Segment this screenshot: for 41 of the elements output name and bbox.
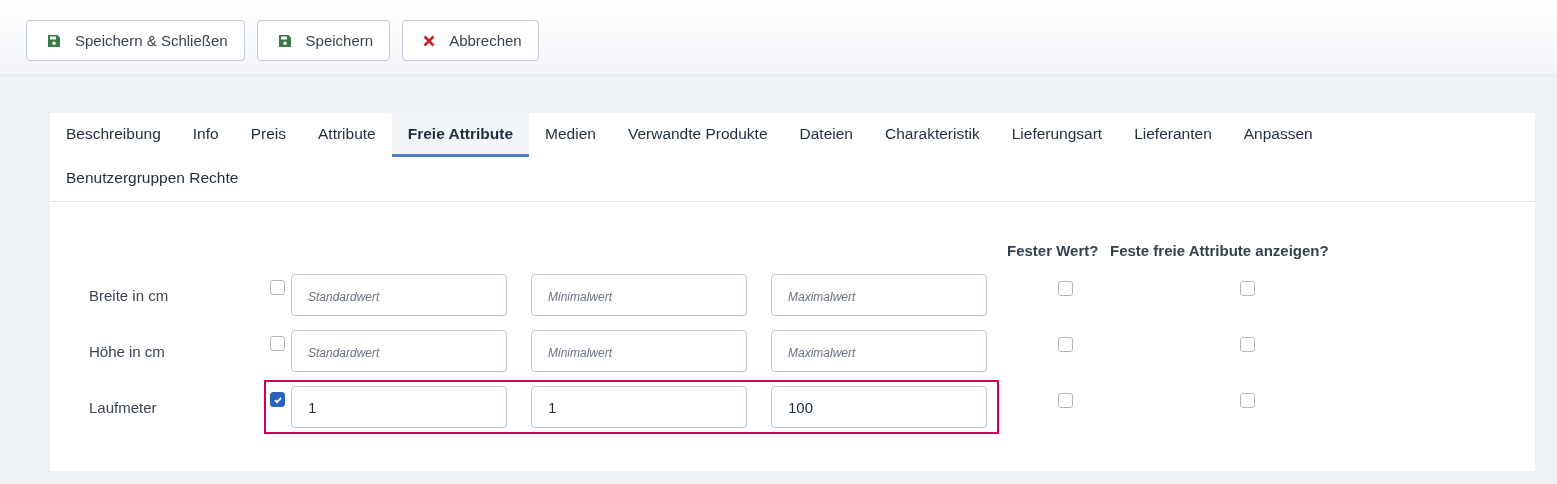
input-field[interactable]: Standardwert: [291, 330, 507, 372]
close-icon: [423, 34, 436, 47]
checkbox[interactable]: [1058, 280, 1073, 296]
tab[interactable]: Lieferungsart: [995, 113, 1119, 157]
checkbox[interactable]: [1239, 392, 1255, 408]
input-field[interactable]: 100: [771, 386, 987, 428]
tab[interactable]: Dateien: [783, 113, 869, 157]
checkbox[interactable]: [1239, 280, 1255, 296]
tab[interactable]: Attribute: [302, 113, 392, 157]
checkbox[interactable]: [1058, 336, 1073, 352]
input-field[interactable]: 1: [291, 386, 507, 428]
tab[interactable]: Beschreibung: [50, 113, 177, 157]
tab[interactable]: Anpassen: [1227, 113, 1329, 157]
row-label: Breite in cm: [89, 286, 170, 304]
checkmark-icon: [272, 394, 283, 405]
input-field[interactable]: 1: [531, 386, 747, 428]
column-header: Feste freie Attribute anzeigen?: [1110, 242, 1329, 261]
input-field[interactable]: Standardwert: [291, 274, 507, 316]
column-header: Fester Wert?: [1007, 242, 1100, 261]
input-field[interactable]: Minimalwert: [531, 330, 747, 372]
input-field[interactable]: Maximalwert: [771, 330, 987, 372]
checkbox[interactable]: [270, 392, 285, 407]
save-button[interactable]: Speichern & Schließen: [26, 20, 245, 61]
input-field[interactable]: Maximalwert: [771, 274, 987, 316]
cancel-button[interactable]: Abbrechen: [402, 20, 539, 61]
tab[interactable]: Medien: [529, 113, 612, 157]
save-button[interactable]: Speichern: [256, 20, 391, 61]
tab[interactable]: Lieferanten: [1118, 113, 1228, 157]
checkbox[interactable]: [1239, 336, 1255, 352]
checkbox[interactable]: [270, 336, 285, 351]
row-label: Laufmeter: [89, 398, 158, 416]
checkbox[interactable]: [270, 280, 285, 295]
tab[interactable]: Preis: [234, 113, 302, 157]
checkbox[interactable]: [1058, 392, 1073, 408]
tab[interactable]: Benutzergruppen Rechte: [50, 157, 255, 201]
tab[interactable]: Verwandte Produkte: [611, 113, 784, 157]
row-label: Höhe in cm: [89, 342, 166, 360]
input-field[interactable]: Minimalwert: [531, 274, 747, 316]
tab[interactable]: Freie Attribute: [391, 113, 530, 157]
tab[interactable]: Charakteristik: [868, 113, 996, 157]
tab[interactable]: Info: [176, 113, 235, 157]
